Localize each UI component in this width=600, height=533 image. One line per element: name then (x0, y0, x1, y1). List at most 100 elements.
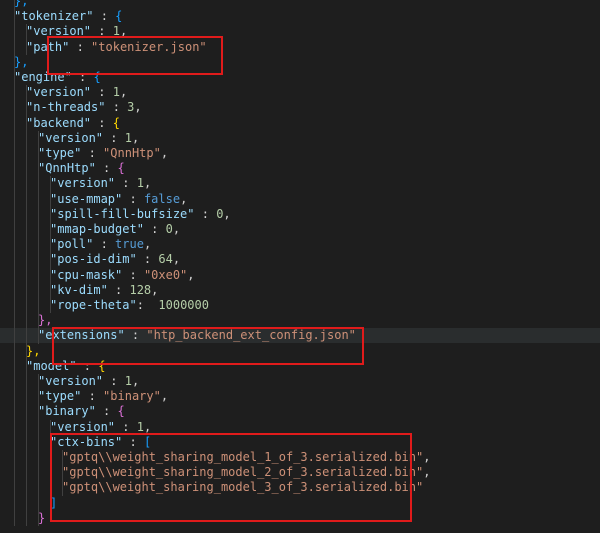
code-token: "pos-id-dim" (50, 252, 137, 267)
code-token: : (69, 39, 92, 54)
code-token: "tokenizer" (14, 9, 94, 24)
code-token: : (107, 282, 130, 297)
code-token: , (134, 100, 142, 115)
code-token: "version" (38, 374, 104, 388)
code-token: true (115, 237, 144, 252)
code-token: "cpu-mask" (50, 267, 123, 282)
code-line: "version" : 1, (38, 131, 139, 146)
code-token: , (423, 450, 431, 464)
code-line: "gptq\\weight_sharing_model_1_of_3.seria… (62, 450, 430, 465)
code-token: : (71, 70, 94, 84)
code-line: } (38, 511, 45, 526)
code-token: "tokenizer.json" (91, 39, 207, 54)
code-token: , (160, 389, 169, 404)
code-token: false (143, 191, 181, 206)
code-token: ] (50, 495, 58, 510)
code-token: "extensions" (38, 328, 125, 343)
code-token: { (98, 358, 106, 373)
code-token: "htp_backend_ext_config.json" (146, 328, 356, 343)
code-token: }, (26, 343, 41, 358)
code-token: 64 (158, 252, 173, 267)
code-line: "backend" : { (26, 116, 120, 131)
code-token: , (160, 146, 169, 160)
code-token: 1 (112, 24, 120, 39)
code-line: "poll" : true, (50, 237, 151, 252)
code-token: }, (14, 54, 29, 69)
code-token: , (180, 191, 188, 206)
code-token: "version" (50, 176, 116, 191)
code-token: 1000000 (158, 298, 209, 312)
code-token: : (91, 24, 113, 39)
code-token: , (131, 130, 140, 145)
code-token: : (194, 206, 217, 221)
code-line: "spill-fill-bufsize" : 0, (50, 207, 231, 222)
code-token: } (38, 510, 46, 525)
code-token: : (124, 328, 147, 343)
code-token: : (81, 389, 104, 404)
code-token: : (122, 267, 144, 282)
code-line: "version" : 1, (50, 176, 151, 191)
code-line: "cpu-mask" : "0xe0", (50, 268, 195, 283)
code-token: [ (143, 434, 152, 449)
code-line: "gptq\\weight_sharing_model_3_of_3.seria… (62, 480, 423, 495)
indent-guide (26, 85, 27, 526)
code-token: : (81, 146, 104, 160)
code-token: "version" (38, 130, 104, 145)
code-token: , (119, 85, 128, 100)
code-line: }, (14, 55, 28, 70)
code-line: "binary" : { (38, 404, 125, 419)
code-token: 0 (165, 222, 173, 236)
code-line: }, (38, 313, 52, 328)
code-token: "gptq\\weight_sharing_model_1_of_3.seria… (62, 450, 424, 464)
code-token: , (423, 465, 431, 480)
code-line: "use-mmap" : false, (50, 192, 187, 207)
code-token: { (112, 115, 120, 130)
code-token: }, (38, 313, 53, 328)
code-token: "gptq\\weight_sharing_model_2_of_3.seria… (62, 465, 424, 480)
code-token: "rope-theta" (50, 298, 137, 312)
code-line: "kv-dim" : 128, (50, 283, 158, 298)
code-line: "pos-id-dim" : 64, (50, 252, 180, 267)
code-line: "rope-theta": 1000000 (50, 298, 209, 313)
code-token: : (115, 419, 137, 434)
code-token: 1 (112, 85, 120, 100)
code-token: "0xe0" (143, 267, 188, 282)
code-token: 1 (124, 374, 132, 388)
code-token: 1 (136, 419, 144, 434)
code-token: "kv-dim" (50, 282, 108, 297)
code-token: "binary" (103, 389, 161, 404)
code-token: , (131, 374, 140, 388)
code-token: "use-mmap" (50, 191, 123, 206)
code-token: , (143, 237, 152, 252)
code-token: "spill-fill-bufsize" (50, 206, 195, 221)
code-token: , (151, 282, 159, 297)
code-line: "type" : "QnnHtp", (38, 146, 168, 161)
code-token: "version" (50, 419, 116, 434)
code-line: ] (50, 496, 57, 511)
code-token: : (122, 434, 144, 449)
code-token: , (187, 267, 195, 282)
code-line: "n-threads" : 3, (26, 100, 142, 115)
code-token: : (103, 374, 125, 388)
code-token: : (93, 237, 116, 252)
code-line: "version" : 1, (26, 85, 127, 100)
code-token: : (103, 130, 125, 145)
code-line: "gptq\\weight_sharing_model_2_of_3.seria… (62, 465, 430, 480)
code-line: "mmap-budget" : 0, (50, 222, 180, 237)
code-token: : (95, 404, 118, 419)
code-token: { (115, 9, 123, 24)
code-token: "gptq\\weight_sharing_model_3_of_3.seria… (62, 480, 424, 495)
code-line: "type" : "binary", (38, 389, 168, 404)
code-token: "model" (26, 358, 77, 373)
code-line: "engine" : { (14, 70, 101, 85)
code-line: "model" : { (26, 359, 106, 374)
code-line: "path" : "tokenizer.json" (26, 40, 207, 55)
code-token: "QnnHtp" (103, 146, 161, 160)
code-editor[interactable]: }, "tokenizer" : {"version" : 1, "path" : … (0, 0, 600, 533)
code-token: : (136, 298, 159, 312)
code-token: }, (14, 0, 29, 8)
code-token: : (122, 191, 144, 206)
code-token: "backend" (26, 115, 92, 130)
code-token: , (119, 24, 128, 39)
code-token: "version" (26, 24, 92, 39)
